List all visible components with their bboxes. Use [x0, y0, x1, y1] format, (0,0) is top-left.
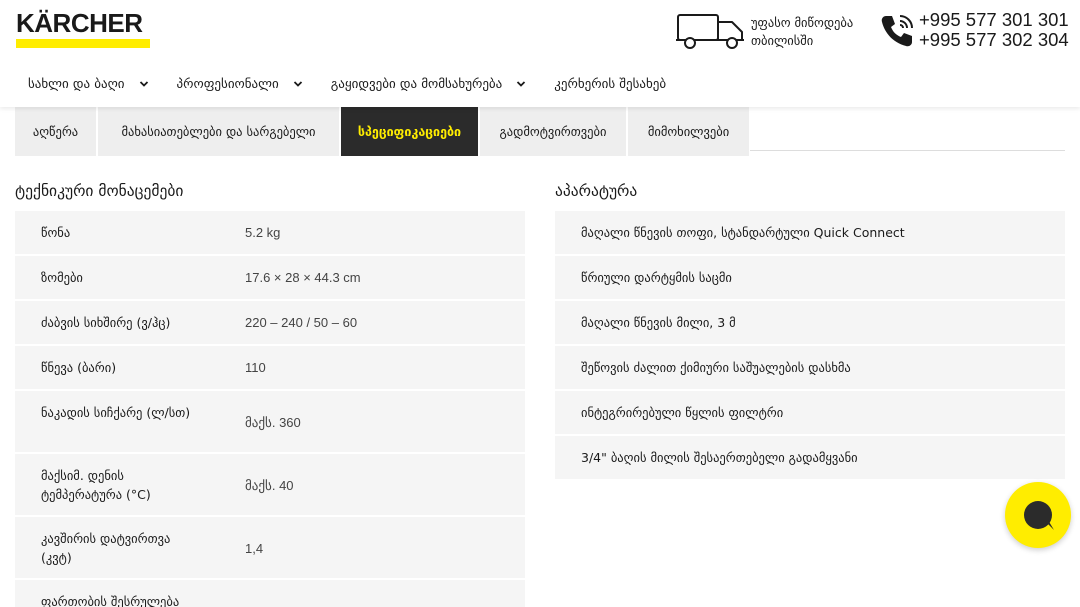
delivery-truck-icon [676, 14, 744, 49]
nav-item-about[interactable]: კერხერის შესახებ [554, 77, 666, 92]
spec-label: ფართობის შესრულება [41, 594, 180, 607]
nav-item-label: სახლი და ბაღი [28, 76, 125, 92]
free-delivery-info: უფასო მიწოდება თბილისში [676, 12, 866, 52]
spec-value: 1,4 [245, 541, 264, 556]
chevron-down-icon [293, 81, 302, 87]
spec-label: ნაკადის სიჩქარე (ლ/სთ) [41, 405, 191, 420]
equipment-list: მაღალი წნევის თოფი, სტანდარტული Quick Co… [555, 211, 1065, 481]
tab-reviews[interactable]: მიმოხილვები [628, 106, 749, 156]
main-nav: სახლი და ბაღი პროფესიონალი გაყიდვები და … [28, 74, 694, 94]
tab-description[interactable]: აღწერა [15, 106, 96, 156]
list-item: მაღალი წნევის მილი, 3 მ [555, 301, 1065, 344]
table-row: წნევა (ბარი) 110 [15, 346, 525, 389]
table-row: ფართობის შესრულება [15, 580, 525, 607]
nav-item-sales-service[interactable]: გაყიდვები და მომსახურება [331, 77, 527, 92]
table-row: ძაბვის სიხშირე (ვ/ჰც) 220 – 240 / 50 – 6… [15, 301, 525, 344]
spec-label: წნევა (ბარი) [41, 360, 117, 375]
chat-button[interactable] [1005, 482, 1071, 548]
spec-value: მაქს. 360 [245, 415, 301, 430]
chat-bubble-icon [1024, 501, 1052, 529]
phone-number-2[interactable]: +995 577 302 304 [919, 30, 1069, 50]
table-row: კავშირის დატვირთვა (კვტ) 1,4 [15, 517, 525, 578]
phone-icon [881, 15, 913, 47]
spec-value: 5.2 kg [245, 225, 281, 240]
table-row: მაქსიმ. დენის ტემპერატურა (°C) მაქს. 40 [15, 454, 525, 515]
list-item: 3/4" ბაღის მილის შესაერთებელი გადამყვანი [555, 436, 1065, 479]
product-tabs: აღწერა მახასიათებლები და სარგებელი სპეცი… [15, 106, 751, 156]
nav-item-label: კერხერის შესახებ [554, 76, 667, 92]
spec-label: წონა [41, 225, 71, 240]
tab-downloads[interactable]: გადმოტვირთვები [480, 106, 626, 156]
table-row: წონა 5.2 kg [15, 211, 525, 254]
list-item: ინტეგრირებული წყლის ფილტრი [555, 391, 1065, 434]
delivery-line-2: თბილისში [751, 33, 814, 48]
nav-item-professional[interactable]: პროფესიონალი [177, 77, 303, 92]
phone-contact: +995 577 301 301 +995 577 302 304 [878, 10, 1069, 52]
spec-value: 17.6 × 28 × 44.3 cm [245, 270, 361, 285]
spec-value: მაქს. 40 [245, 478, 294, 493]
chevron-down-icon [517, 81, 526, 87]
equipment-title: აპარატურა [555, 182, 638, 200]
list-item: მაღალი წნევის თოფი, სტანდარტული Quick Co… [555, 211, 1065, 254]
specs-title: ტექნიკური მონაცემები [15, 182, 184, 200]
tab-features-benefits[interactable]: მახასიათებლები და სარგებელი [98, 106, 339, 156]
logo-text: KÄRCHER [16, 8, 143, 38]
tabs-divider [750, 150, 1065, 151]
list-item: წრიული დარტყმის საცმი [555, 256, 1065, 299]
nav-item-home-garden[interactable]: სახლი და ბაღი [28, 77, 149, 92]
spec-label: ძაბვის სიხშირე (ვ/ჰც) [41, 315, 171, 330]
spec-value: 220 – 240 / 50 – 60 [245, 315, 358, 330]
delivery-line-1: უფასო მიწოდება [751, 15, 854, 30]
karcher-logo[interactable]: KÄRCHER [16, 10, 150, 48]
technical-data-table: წონა 5.2 kg ზომები 17.6 × 28 × 44.3 cm ძ… [15, 211, 525, 607]
nav-item-label: გაყიდვები და მომსახურება [330, 76, 503, 92]
nav-item-label: პროფესიონალი [176, 76, 279, 92]
logo-yellow-bar [16, 39, 150, 48]
spec-label: მაქსიმ. დენის ტემპერატურა (°C) [41, 468, 151, 502]
spec-label: კავშირის დატვირთვა (კვტ) [41, 531, 171, 565]
chevron-down-icon [139, 81, 148, 87]
spec-label: ზომები [41, 270, 83, 285]
tab-specifications[interactable]: სპეციფიკაციები [341, 106, 478, 156]
site-header: KÄRCHER უფასო მიწოდება თბილისში +995 577… [0, 0, 1080, 107]
table-row: ზომები 17.6 × 28 × 44.3 cm [15, 256, 525, 299]
spec-value: 110 [245, 360, 266, 375]
list-item: შეწოვის ძალით ქიმიური საშუალების დასხმა [555, 346, 1065, 389]
phone-number-1[interactable]: +995 577 301 301 [919, 10, 1069, 30]
table-row: ნაკადის სიჩქარე (ლ/სთ) მაქს. 360 [15, 391, 525, 452]
